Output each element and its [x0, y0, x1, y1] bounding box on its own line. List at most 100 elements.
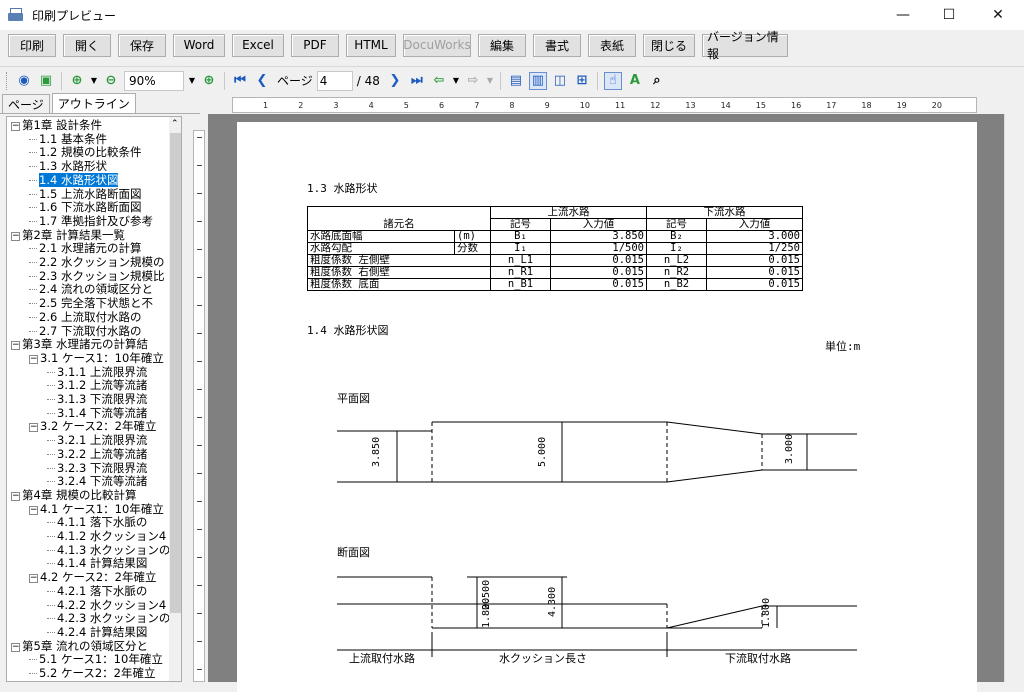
tab-outline[interactable]: アウトライン — [51, 93, 136, 113]
word-button[interactable]: Word — [173, 33, 225, 57]
magnifier-icon[interactable]: ⌕ — [648, 72, 666, 90]
text-select-icon[interactable]: A — [626, 72, 644, 90]
html-button[interactable]: HTML — [346, 33, 396, 57]
label-downstream-channel: 下流取付水路 — [725, 651, 791, 665]
tree-item[interactable]: 1.3 水路形状 — [29, 160, 107, 173]
tree-item[interactable]: 1.2 規模の比較条件 — [29, 146, 141, 159]
zoom-dropdown-icon[interactable]: ▼ — [90, 72, 98, 90]
tree-item[interactable]: 2.6 上流取付水路の — [29, 310, 141, 324]
close-button[interactable]: ✕ — [975, 0, 1021, 30]
page-number-input[interactable]: 4 — [316, 70, 353, 91]
tree-item[interactable]: −3.1 ケース1：10年確立 — [29, 351, 164, 365]
tree-item[interactable]: −4.2 ケース2：2年確立 — [29, 571, 157, 584]
minimize-button[interactable]: — — [880, 0, 926, 30]
zoom-select[interactable]: 90% — [124, 70, 184, 91]
version-info-button[interactable]: バージョン情報 — [702, 30, 788, 61]
excel-button[interactable]: Excel — [232, 33, 284, 57]
tree-item[interactable]: 4.1.3 水クッションの — [47, 543, 170, 557]
tree-item[interactable]: 4.2.3 水クッションの — [47, 612, 170, 625]
edit-button[interactable]: 編集 — [478, 33, 526, 57]
continuous-page-icon[interactable]: ▥ — [528, 71, 547, 90]
collapse-icon[interactable]: − — [11, 491, 20, 501]
collapse-icon[interactable]: − — [11, 231, 20, 241]
save-button[interactable]: 保存 — [118, 33, 166, 57]
collapse-icon[interactable]: − — [29, 505, 38, 515]
tree-item[interactable]: 4.1.2 水クッション4 — [47, 530, 166, 543]
tree-item[interactable]: −3.2 ケース2：2年確立 — [29, 420, 157, 433]
format-button[interactable]: 書式 — [533, 33, 581, 57]
last-page-icon[interactable]: ⏭ — [408, 72, 426, 90]
zoom-in-icon[interactable]: ⊕ — [68, 72, 86, 90]
tree-item[interactable]: − 第3章 水理諸元の計算結 — [11, 338, 148, 351]
scroll-up-icon[interactable]: ⌃ — [171, 119, 179, 129]
tree-item[interactable]: 1.4 水路形状図 — [29, 172, 119, 187]
forward-arrow-icon[interactable]: ⇨ — [464, 72, 482, 90]
toolbar-grip[interactable] — [6, 71, 9, 90]
tree-item[interactable]: 1.5 上流水路断面図 — [29, 187, 141, 201]
zoom-out-icon[interactable]: ⊖ — [102, 72, 120, 90]
preview-scrollbar[interactable] — [1004, 114, 1024, 682]
prev-page-icon[interactable]: ❮ — [253, 72, 271, 90]
tree-item[interactable]: 1.6 下流水路断面図 — [29, 201, 141, 214]
tree-item[interactable]: − 第4章 規模の比較計算 — [11, 488, 136, 502]
tree-item[interactable]: 4.2.2 水クッション4 — [47, 598, 166, 612]
tree-item[interactable]: 3.2.3 下流限界流 — [47, 461, 147, 475]
collapse-icon[interactable]: − — [11, 122, 20, 131]
tree-scrollbar[interactable]: ⌃ — [169, 117, 181, 681]
first-page-icon[interactable]: ⏮ — [231, 72, 249, 90]
preview-area[interactable]: 1.3 水路形状 上流水路 下流水路 諸元名 記号 入力値 記号 入力値 水路底… — [208, 114, 1004, 692]
multi-page-icon[interactable]: ⊞ — [573, 72, 591, 90]
dim-upstream-depth: 1.800 — [481, 598, 492, 628]
back-arrow-icon[interactable]: ⇦ — [430, 72, 448, 90]
tree-item[interactable]: 2.1 水理諸元の計算 — [29, 242, 141, 255]
tree-item[interactable]: 3.2.4 下流等流諸 — [47, 475, 147, 488]
forward-dropdown-icon[interactable]: ▼ — [486, 72, 494, 90]
tree-item[interactable]: 3.2.1 上流限界流 — [47, 434, 147, 447]
tree-item[interactable]: 4.1.1 落下水脈の — [47, 516, 147, 529]
close-doc-button[interactable]: 閉じる — [643, 33, 695, 57]
tree-item[interactable]: 3.2.2 上流等流諸 — [47, 447, 147, 461]
refresh-icon[interactable]: ▣ — [37, 72, 55, 90]
docuworks-button[interactable]: DocuWorks — [403, 33, 471, 57]
tree-item[interactable]: 5.2 ケース2：2年確立 — [29, 667, 156, 680]
tree-item[interactable]: 5.1 ケース1：10年確立 — [29, 653, 163, 666]
tab-page[interactable]: ページ — [2, 94, 50, 113]
tree-item[interactable]: 2.4 流れの領域区分と — [29, 283, 153, 296]
collapse-icon[interactable]: − — [29, 354, 38, 364]
find-icon[interactable]: ◉ — [15, 72, 33, 90]
open-button[interactable]: 開く — [63, 33, 111, 57]
tree-item[interactable]: 2.3 水クッション規模比 — [29, 269, 164, 283]
collapse-icon[interactable]: − — [29, 423, 38, 433]
tree-item[interactable]: − 第1章 設計条件 — [11, 119, 102, 132]
two-page-icon[interactable]: ◫ — [551, 72, 569, 90]
tree-item[interactable]: 3.1.1 上流限界流 — [47, 365, 147, 379]
back-dropdown-icon[interactable]: ▼ — [452, 72, 460, 90]
tree-item[interactable]: 2.2 水クッション規模の — [29, 256, 164, 269]
single-page-icon[interactable]: ▤ — [507, 72, 525, 90]
chevron-down-icon[interactable]: ▼ — [188, 72, 196, 90]
tree-item[interactable]: 4.2.4 計算結果図 — [47, 625, 147, 639]
tree-item[interactable]: 4.1.4 計算結果図 — [47, 557, 147, 570]
tree-item[interactable]: 3.1.3 下流限界流 — [47, 393, 147, 406]
tree-item[interactable]: 1.1 基本条件 — [29, 132, 107, 146]
cover-button[interactable]: 表紙 — [588, 33, 636, 57]
print-button[interactable]: 印刷 — [8, 33, 56, 57]
tree-item[interactable]: − 第2章 計算結果一覧 — [11, 228, 125, 242]
tree-item[interactable]: 4.2.1 落下水脈の — [47, 584, 147, 598]
collapse-icon[interactable]: − — [11, 642, 20, 652]
maximize-button[interactable]: ☐ — [926, 0, 972, 30]
next-page-icon[interactable]: ❯ — [386, 72, 404, 90]
tree-item[interactable]: 1.7 準拠指針及び参考 — [29, 214, 153, 228]
pdf-button[interactable]: PDF — [291, 33, 339, 57]
tree-item[interactable]: 2.7 下流取付水路の — [29, 324, 141, 338]
scrollbar-thumb[interactable] — [170, 133, 181, 613]
tree-item[interactable]: − 第5章 流れの領域区分と — [11, 639, 148, 653]
collapse-icon[interactable]: − — [29, 574, 38, 584]
collapse-icon[interactable]: − — [11, 341, 20, 351]
tree-item[interactable]: 3.1.2 上流等流諸 — [47, 379, 147, 392]
tree-item[interactable]: −4.1 ケース1：10年確立 — [29, 502, 164, 516]
tree-item[interactable]: 3.1.4 下流等流諸 — [47, 406, 147, 420]
hand-tool-icon[interactable]: ☝ — [603, 71, 622, 90]
zoom-fit-icon[interactable]: ⊕ — [200, 72, 218, 90]
tree-item[interactable]: 2.5 完全落下状態と不 — [29, 297, 153, 310]
